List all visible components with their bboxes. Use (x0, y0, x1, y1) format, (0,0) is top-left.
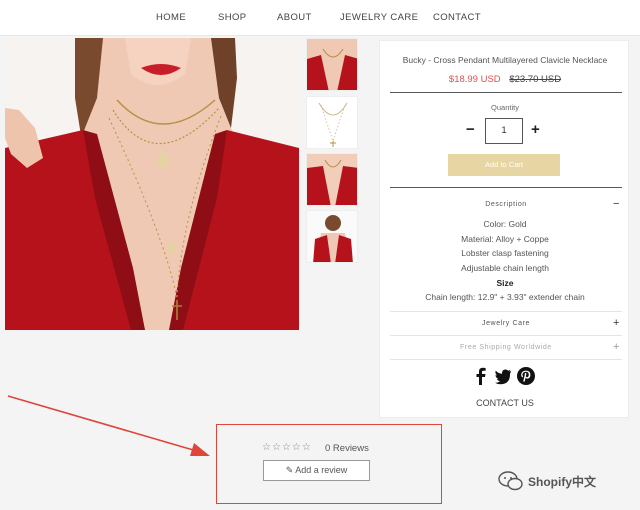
description-heading: Description (485, 201, 527, 208)
top-navigation: HOME SHOP ABOUT JEWELRY CARE CONTACT (0, 0, 640, 36)
annotation-arrow (7, 395, 210, 456)
description-toggle[interactable]: Description − (390, 198, 622, 215)
wechat-icon (498, 471, 523, 491)
price-row: $18.99 USD $23.70 USD (380, 74, 630, 85)
product-title: Bucky - Cross Pendant Multilayered Clavi… (402, 55, 608, 65)
jewelry-care-heading: Jewelry Care (481, 320, 531, 327)
product-thumbnail[interactable] (306, 38, 358, 91)
shipping-toggle[interactable]: Free Shipping Worldwide + (390, 341, 622, 358)
contact-us-link[interactable]: CONTACT US (380, 398, 630, 408)
size-heading: Size (496, 278, 514, 288)
quantity-decrement-button[interactable]: − (466, 121, 475, 138)
description-line: Material: Alloy + Coppe (461, 234, 549, 244)
divider (390, 359, 622, 360)
description-line: Adjustable chain length (461, 263, 549, 273)
review-count: 0 Reviews (325, 443, 369, 454)
quantity-increment-button[interactable]: + (531, 121, 540, 138)
divider (390, 92, 622, 93)
collapse-icon: − (612, 198, 620, 210)
quantity-input[interactable]: 1 (485, 118, 523, 144)
product-main-image[interactable] (5, 38, 299, 330)
product-info-panel: Bucky - Cross Pendant Multilayered Clavi… (379, 40, 629, 418)
rating-stars: ☆☆☆☆☆ (262, 442, 312, 453)
description-line: Lobster clasp fastening (461, 248, 549, 258)
divider (390, 187, 622, 188)
add-review-label: Add a review (295, 465, 348, 475)
jewelry-care-toggle[interactable]: Jewelry Care + (390, 317, 622, 334)
pinterest-icon[interactable] (516, 366, 536, 386)
nav-contact[interactable]: CONTACT (433, 12, 481, 23)
watermark-text: Shopify中文 (528, 475, 596, 489)
product-thumbnail[interactable] (306, 210, 358, 263)
divider (390, 311, 622, 312)
original-price: $23.70 USD (509, 74, 562, 85)
quantity-label: Quantity (491, 103, 519, 112)
sale-price: $18.99 USD (448, 74, 501, 85)
product-thumbnail[interactable] (306, 153, 358, 206)
twitter-icon[interactable] (493, 366, 513, 386)
size-text: Chain length: 12.9" + 3.93" extender cha… (425, 292, 585, 302)
expand-icon: + (612, 317, 620, 329)
expand-icon: + (612, 341, 620, 353)
shipping-heading: Free Shipping Worldwide (460, 344, 552, 351)
add-to-cart-button[interactable]: Add to Cart (448, 154, 560, 176)
edit-icon: ✎ (285, 465, 294, 475)
watermark: Shopify中文 (498, 470, 638, 494)
reviews-highlight-box: ☆☆☆☆☆ 0 Reviews ✎ Add a review (216, 424, 442, 504)
add-review-button[interactable]: ✎ Add a review (263, 460, 370, 481)
nav-jewelry-care[interactable]: JEWELRY CARE (340, 12, 418, 23)
nav-about[interactable]: ABOUT (277, 12, 312, 23)
product-thumbnail[interactable] (306, 96, 358, 149)
facebook-icon[interactable] (471, 366, 491, 386)
nav-shop[interactable]: SHOP (218, 12, 247, 23)
description-line: Color: Gold (483, 219, 527, 229)
nav-home[interactable]: HOME (156, 12, 186, 23)
divider (390, 335, 622, 336)
